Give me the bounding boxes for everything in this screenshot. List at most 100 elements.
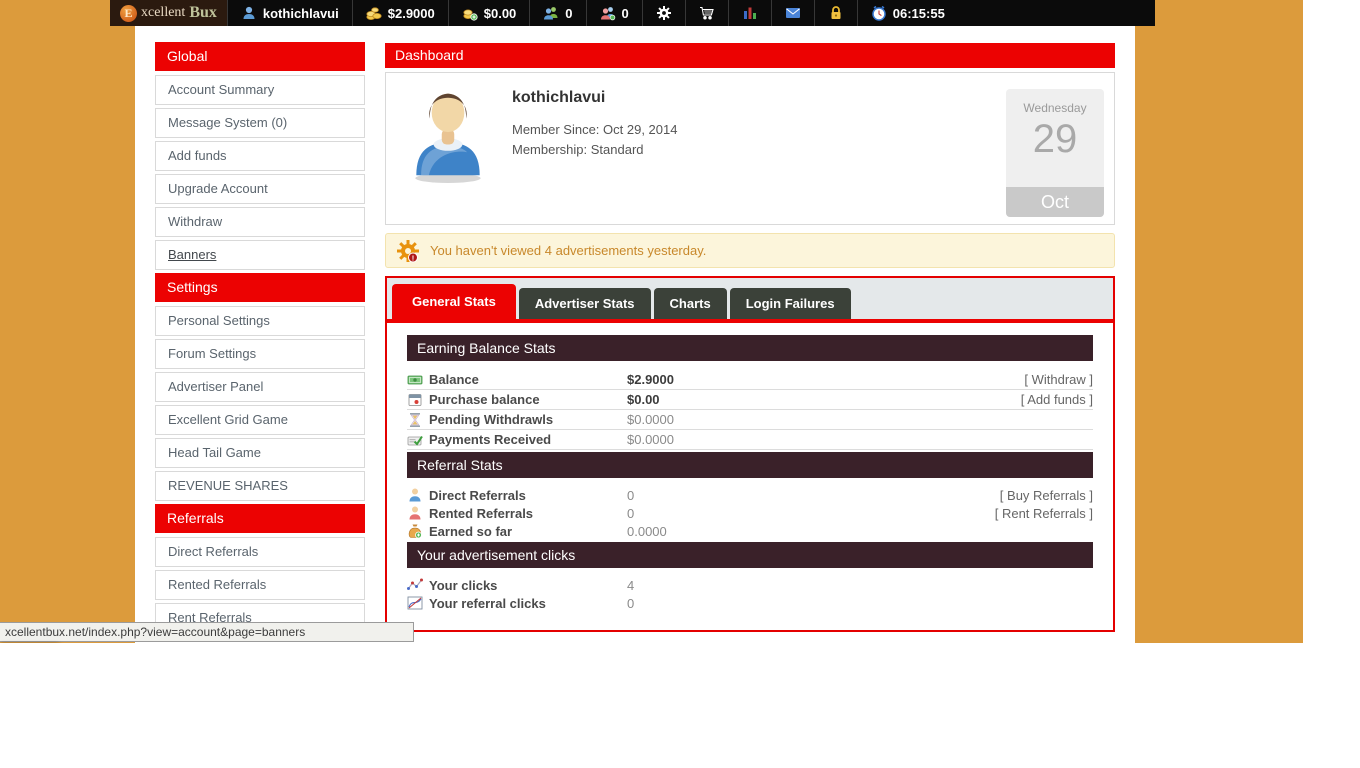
earned-so-far-label: Earned so far — [429, 524, 627, 539]
pending-withdrawals-label: Pending Withdrawls — [429, 412, 627, 427]
referral-clicks-value: 0 — [627, 596, 634, 611]
sidebar-section-global: Global — [155, 42, 365, 71]
earning-stats-header: Earning Balance Stats — [407, 335, 1093, 361]
sidebar-item-advertiser-panel[interactable]: Advertiser Panel — [155, 372, 365, 402]
sidebar-item-revenue-shares[interactable]: REVENUE SHARES — [155, 471, 365, 501]
tab-login-failures[interactable]: Login Failures — [730, 288, 851, 319]
people-rented-icon — [600, 5, 616, 21]
referral-clicks-label: Your referral clicks — [429, 596, 627, 611]
calendar-day: 29 — [1006, 117, 1104, 162]
payments-received-label: Payments Received — [429, 432, 627, 447]
username-label: kothichlavui — [263, 6, 339, 21]
tab-charts[interactable]: Charts — [654, 288, 727, 319]
sidebar: Global Account Summary Message System (0… — [155, 42, 365, 636]
stats-panel: General Stats Advertiser Stats Charts Lo… — [385, 276, 1115, 632]
main-column: Dashboard kothichlavui Member Since: Oct… — [385, 43, 1115, 632]
topbar-stats[interactable] — [728, 0, 771, 26]
sidebar-item-account-summary[interactable]: Account Summary — [155, 75, 365, 105]
sidebar-item-message-system[interactable]: Message System (0) — [155, 108, 365, 138]
browser-viewport: ExcellentBux kothichlavui $2.9000 $0.00 … — [0, 0, 1303, 643]
direct-referrals-count: 0 — [565, 6, 572, 21]
add-funds-link[interactable]: [ Add funds ] — [1021, 392, 1093, 407]
your-clicks-value: 4 — [627, 578, 634, 593]
topbar-settings[interactable] — [642, 0, 685, 26]
sidebar-item-forum-settings[interactable]: Forum Settings — [155, 339, 365, 369]
calendar-widget: Wednesday 29 Oct — [1006, 89, 1104, 217]
topbar-messages[interactable] — [771, 0, 814, 26]
calendar-weekday: Wednesday — [1006, 101, 1104, 115]
earned-so-far-row: Earned so far 0.0000 — [407, 522, 1093, 540]
sidebar-item-add-funds[interactable]: Add funds — [155, 141, 365, 171]
purchase-balance-row: Purchase balance $0.00 [ Add funds ] — [407, 390, 1093, 410]
profile-username: kothichlavui — [512, 89, 605, 107]
profile-member-since: Member Since: Oct 29, 2014 — [512, 122, 677, 137]
gear-icon — [656, 5, 672, 21]
site-topbar: ExcellentBux kothichlavui $2.9000 $0.00 … — [110, 0, 1155, 26]
sidebar-item-excellent-grid-game[interactable]: Excellent Grid Game — [155, 405, 365, 435]
sidebar-item-upgrade-account[interactable]: Upgrade Account — [155, 174, 365, 204]
rent-referrals-link[interactable]: [ Rent Referrals ] — [995, 506, 1093, 521]
rented-referrals-row: Rented Referrals 0 [ Rent Referrals ] — [407, 504, 1093, 522]
tab-advertiser-stats[interactable]: Advertiser Stats — [519, 288, 651, 319]
referral-clicks-row: Your referral clicks 0 — [407, 594, 1093, 612]
purchase-icon — [407, 392, 423, 408]
payments-received-row: Payments Received $0.0000 — [407, 430, 1093, 450]
purchase-balance-label: Purchase balance — [429, 392, 627, 407]
earning-stats-table: Balance $2.9000 [ Withdraw ] Purchase ba… — [407, 370, 1093, 450]
content-wrapper: Global Account Summary Message System (0… — [135, 26, 1135, 643]
payments-received-value: $0.0000 — [627, 432, 674, 447]
balance-value: $2.9000 — [627, 372, 674, 387]
withdraw-link[interactable]: [ Withdraw ] — [1024, 372, 1093, 387]
topbar-security[interactable] — [814, 0, 857, 26]
rented-referrals-count: 0 — [622, 6, 629, 21]
clock-icon — [871, 5, 887, 21]
logo-text: xcellent — [141, 5, 185, 21]
earning-balance-label: $2.9000 — [388, 6, 435, 21]
logo-suffix: Bux — [189, 4, 217, 22]
profile-membership: Membership: Standard — [512, 142, 644, 157]
page-title: Dashboard — [385, 43, 1115, 68]
sidebar-item-banners[interactable]: Banners — [155, 240, 365, 270]
direct-referrals-value: 0 — [627, 488, 634, 503]
referral-clicks-chart-icon — [407, 595, 423, 611]
topbar-purchase-balance[interactable]: $0.00 — [448, 0, 530, 26]
notice-text: You haven't viewed 4 advertisements yest… — [430, 243, 706, 258]
mail-icon — [785, 5, 801, 21]
sidebar-item-rented-referrals[interactable]: Rented Referrals — [155, 570, 365, 600]
logo-icon: E — [120, 5, 137, 22]
server-time-label: 06:15:55 — [893, 6, 945, 21]
sidebar-item-head-tail-game[interactable]: Head Tail Game — [155, 438, 365, 468]
site-logo[interactable]: ExcellentBux — [110, 0, 227, 26]
topbar-rented-referrals[interactable]: 0 — [586, 0, 642, 26]
direct-referrals-row: Direct Referrals 0 [ Buy Referrals ] — [407, 486, 1093, 504]
desktop-screen: ExcellentBux kothichlavui $2.9000 $0.00 … — [0, 0, 1330, 668]
balance-row: Balance $2.9000 [ Withdraw ] — [407, 370, 1093, 390]
sidebar-item-direct-referrals[interactable]: Direct Referrals — [155, 537, 365, 567]
money-icon — [407, 372, 423, 388]
rented-referrals-label: Rented Referrals — [429, 506, 627, 521]
topbar-username[interactable]: kothichlavui — [227, 0, 352, 26]
people-icon — [543, 5, 559, 21]
sidebar-item-withdraw[interactable]: Withdraw — [155, 207, 365, 237]
your-clicks-row: Your clicks 4 — [407, 576, 1093, 594]
tab-general-stats[interactable]: General Stats — [392, 284, 516, 319]
balance-label: Balance — [429, 372, 627, 387]
topbar-cart[interactable] — [685, 0, 728, 26]
referral-stats-header: Referral Stats — [407, 452, 1093, 478]
purchase-balance-label: $0.00 — [484, 6, 517, 21]
sidebar-section-settings: Settings — [155, 273, 365, 302]
topbar-direct-referrals[interactable]: 0 — [529, 0, 585, 26]
coins-icon — [366, 5, 382, 21]
notice-bar: ! You haven't viewed 4 advertisements ye… — [385, 233, 1115, 268]
buy-referrals-link[interactable]: [ Buy Referrals ] — [1000, 488, 1093, 503]
clicks-sparkline-icon — [407, 577, 423, 593]
sidebar-item-personal-settings[interactable]: Personal Settings — [155, 306, 365, 336]
cart-icon — [699, 5, 715, 21]
lock-icon — [828, 5, 844, 21]
your-clicks-label: Your clicks — [429, 578, 627, 593]
purchase-balance-value: $0.00 — [627, 392, 660, 407]
svg-text:!: ! — [412, 253, 415, 262]
profile-card: kothichlavui Member Since: Oct 29, 2014 … — [385, 72, 1115, 225]
tab-strip: General Stats Advertiser Stats Charts Lo… — [387, 278, 1113, 323]
topbar-earning-balance[interactable]: $2.9000 — [352, 0, 448, 26]
